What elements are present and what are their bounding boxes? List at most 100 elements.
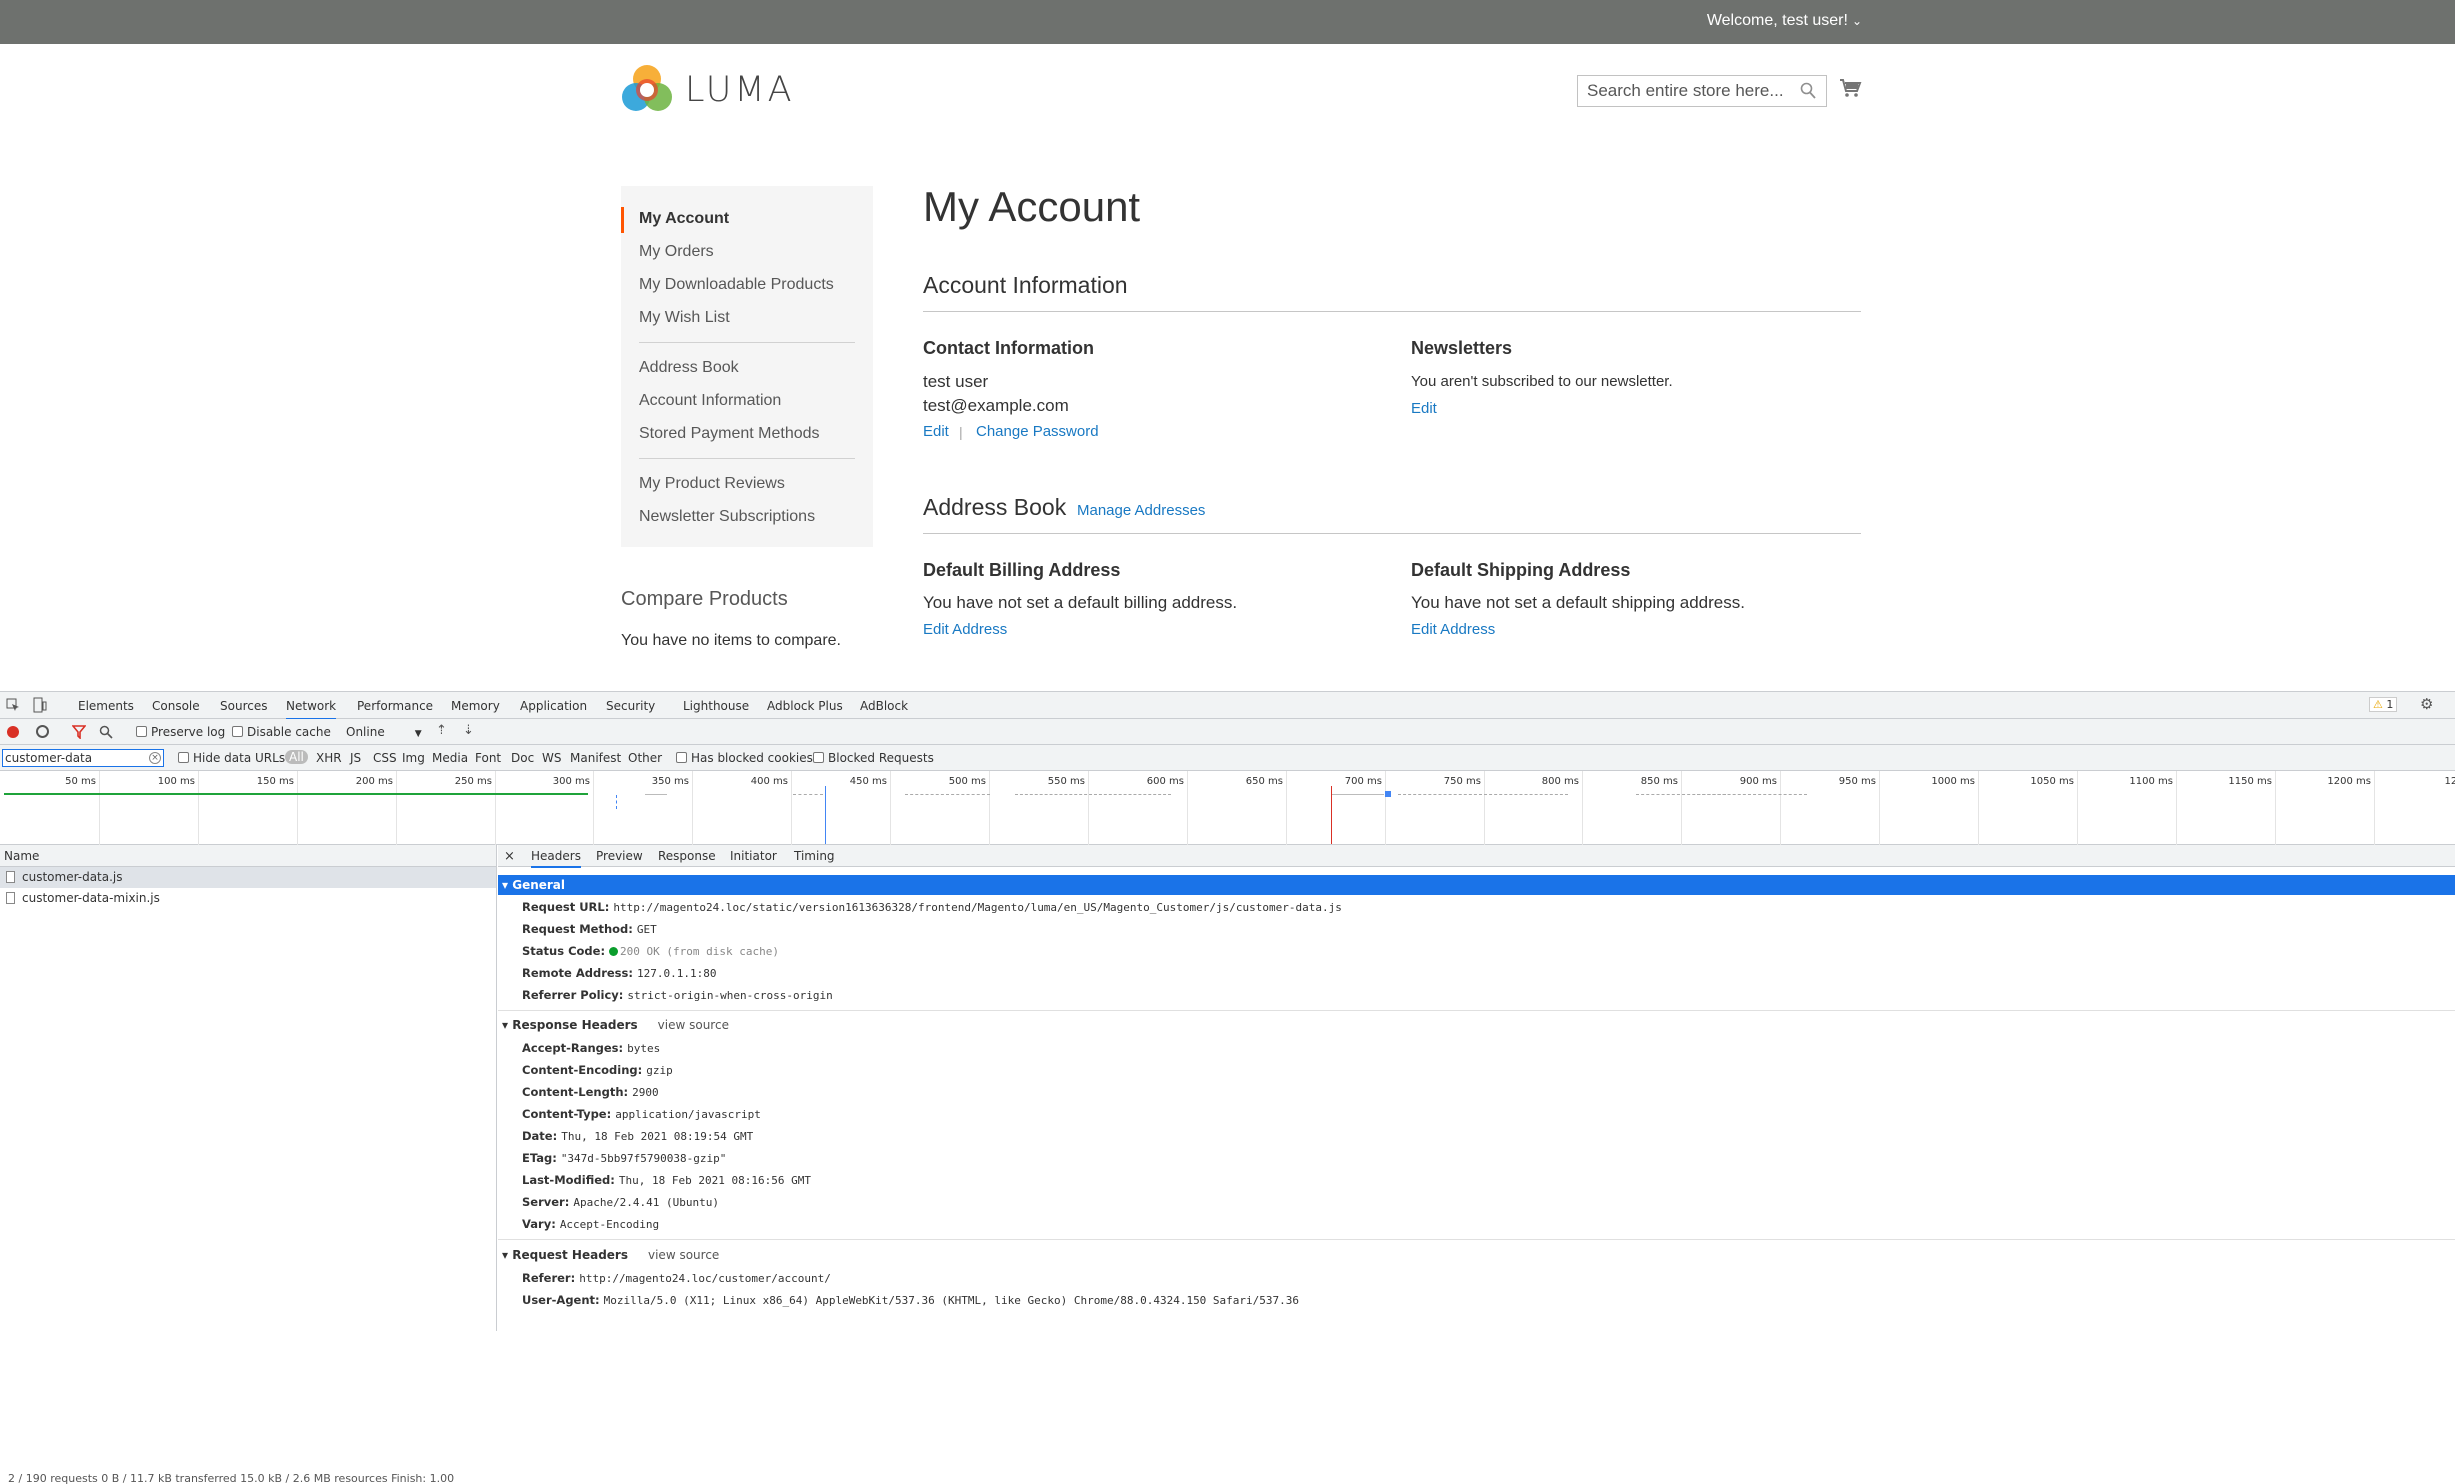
header-row: Referrer Policy: strict-origin-when-cross… <box>522 988 833 1002</box>
header-value: 127.0.1.1:80 <box>636 967 717 980</box>
tab-lighthouse[interactable]: Lighthouse <box>683 699 749 713</box>
timeline-bar-green <box>4 793 588 795</box>
hide-data-urls-checkbox[interactable]: Hide data URLs <box>178 751 285 765</box>
section-divider <box>923 533 1861 534</box>
record-icon[interactable] <box>7 726 19 738</box>
request-row[interactable]: customer-data-mixin.js <box>0 888 496 909</box>
page-title: My Account <box>923 183 1141 230</box>
tab-headers[interactable]: Headers <box>531 849 581 868</box>
network-toolbar: Preserve log Disable cache Online ▼ ⇡ ⇣ <box>0 719 2455 745</box>
timeline-activity <box>905 794 990 795</box>
search-input[interactable] <box>1578 76 1788 106</box>
edit-shipping-address-link[interactable]: Edit Address <box>1411 621 1495 638</box>
luma-logo[interactable]: LUMA <box>621 64 795 116</box>
tab-response[interactable]: Response <box>658 849 716 863</box>
gear-icon[interactable]: ⚙ <box>2420 695 2433 713</box>
edit-newsletters-link[interactable]: Edit <box>1411 400 1437 417</box>
blocked-requests-checkbox[interactable]: Blocked Requests <box>813 751 934 765</box>
header-key: Remote Address: <box>522 966 633 980</box>
header-value: http://magento24.loc/customer/account/ <box>579 1272 831 1285</box>
timeline-activity <box>1398 794 1568 795</box>
tab-preview[interactable]: Preview <box>596 849 643 863</box>
sidebar-item-newsletter-subscriptions[interactable]: Newsletter Subscriptions <box>621 500 873 533</box>
tab-network[interactable]: Network <box>286 699 337 720</box>
filter-icon[interactable] <box>72 725 86 739</box>
request-details: × Headers Preview Response Initiator Tim… <box>498 845 2455 1331</box>
header-row: Vary: Accept-Encoding <box>522 1217 659 1231</box>
timeline-tick-label: 1050 ms <box>2030 776 2074 787</box>
response-headers-section-header[interactable]: ▾ Response Headers view source <box>498 1015 2455 1035</box>
general-section-header[interactable]: ▾ General <box>498 875 2455 895</box>
timeline-gridline <box>2374 771 2375 845</box>
customer-email: test@example.com <box>923 396 1069 415</box>
clear-icon[interactable] <box>36 725 49 738</box>
search-icon[interactable] <box>1800 82 1816 100</box>
cart-icon[interactable] <box>1838 76 1862 100</box>
type-filter-media[interactable]: Media <box>432 751 468 765</box>
tab-adblock-plus[interactable]: Adblock Plus <box>767 699 843 713</box>
type-filter-img[interactable]: Img <box>402 751 425 765</box>
header-row: Content-Encoding: gzip <box>522 1063 673 1077</box>
tab-initiator[interactable]: Initiator <box>730 849 777 863</box>
request-row[interactable]: customer-data.js <box>0 867 496 888</box>
tab-timing[interactable]: Timing <box>794 849 835 863</box>
device-toolbar-icon[interactable] <box>33 697 47 713</box>
blocked-requests-label: Blocked Requests <box>828 751 934 765</box>
clear-filter-icon[interactable]: × <box>149 752 161 764</box>
type-filter-all[interactable]: All <box>285 750 308 764</box>
edit-contact-link[interactable]: Edit <box>923 423 949 440</box>
inspect-element-icon[interactable] <box>6 698 20 712</box>
warnings-badge[interactable]: ⚠ 1 <box>2369 697 2398 712</box>
tab-application[interactable]: Application <box>520 699 587 713</box>
manage-addresses-link[interactable]: Manage Addresses <box>1077 502 1205 519</box>
request-list-header-name[interactable]: Name <box>0 845 496 867</box>
type-filter-other[interactable]: Other <box>628 751 662 765</box>
change-password-link[interactable]: Change Password <box>976 423 1099 440</box>
request-headers-section-header[interactable]: ▾ Request Headers view source <box>498 1245 2455 1265</box>
type-filter-doc[interactable]: Doc <box>511 751 534 765</box>
tab-elements[interactable]: Elements <box>78 699 134 713</box>
preserve-log-label: Preserve log <box>151 725 226 739</box>
view-source-link[interactable]: view source <box>658 1018 729 1032</box>
tab-adblock[interactable]: AdBlock <box>860 699 908 713</box>
network-overview-timeline[interactable]: 50 ms 100 ms 150 ms 200 ms 250 ms 300 ms 350 m… <box>0 771 2455 845</box>
welcome-menu[interactable]: Welcome, test user! ⌄ <box>1707 12 1862 30</box>
sidebar-item-my-orders[interactable]: My Orders <box>621 235 873 268</box>
tab-memory[interactable]: Memory <box>451 699 500 713</box>
preserve-log-checkbox[interactable]: Preserve log <box>136 725 225 739</box>
tab-sources[interactable]: Sources <box>220 699 267 713</box>
timeline-gridline <box>1187 771 1188 845</box>
sidebar-item-account-information[interactable]: Account Information <box>621 384 873 417</box>
sidebar-item-product-reviews[interactable]: My Product Reviews <box>621 467 873 500</box>
sidebar-item-wish-list[interactable]: My Wish List <box>621 301 873 334</box>
network-status-bar: 2 / 190 requests 0 B / 11.7 kB transferr… <box>8 1472 455 1484</box>
type-filter-font[interactable]: Font <box>475 751 501 765</box>
sidebar-item-address-book[interactable]: Address Book <box>621 351 873 384</box>
close-icon[interactable]: × <box>504 849 515 864</box>
type-filter-manifest[interactable]: Manifest <box>570 751 621 765</box>
tab-console[interactable]: Console <box>152 699 200 713</box>
link-separator: | <box>959 424 963 440</box>
sidebar-item-downloadable-products[interactable]: My Downloadable Products <box>621 268 873 301</box>
filter-input[interactable]: customer-data × <box>2 749 164 767</box>
view-source-link[interactable]: view source <box>648 1248 719 1262</box>
type-filter-ws[interactable]: WS <box>542 751 561 765</box>
sidebar-item-stored-payment-methods[interactable]: Stored Payment Methods <box>621 417 873 450</box>
header-row: Server: Apache/2.4.41 (Ubuntu) <box>522 1195 719 1209</box>
edit-billing-address-link[interactable]: Edit Address <box>923 621 1007 638</box>
type-filter-css[interactable]: CSS <box>373 751 397 765</box>
type-filter-xhr[interactable]: XHR <box>316 751 342 765</box>
export-har-icon[interactable]: ⇣ <box>463 723 474 738</box>
section-divider <box>498 1239 2455 1240</box>
throttling-select[interactable]: Online ▼ <box>346 725 422 739</box>
tab-security[interactable]: Security <box>606 699 655 713</box>
import-har-icon[interactable]: ⇡ <box>436 723 447 738</box>
type-filter-js[interactable]: JS <box>350 751 361 765</box>
disable-cache-checkbox[interactable]: Disable cache <box>232 725 331 739</box>
sidebar-item-my-account[interactable]: My Account <box>621 202 873 235</box>
tab-performance[interactable]: Performance <box>357 699 433 713</box>
timeline-tick-label: 1000 ms <box>1931 776 1975 787</box>
header-key: Request URL: <box>522 900 610 914</box>
has-blocked-cookies-checkbox[interactable]: Has blocked cookies <box>676 751 813 765</box>
search-icon[interactable] <box>99 725 113 739</box>
